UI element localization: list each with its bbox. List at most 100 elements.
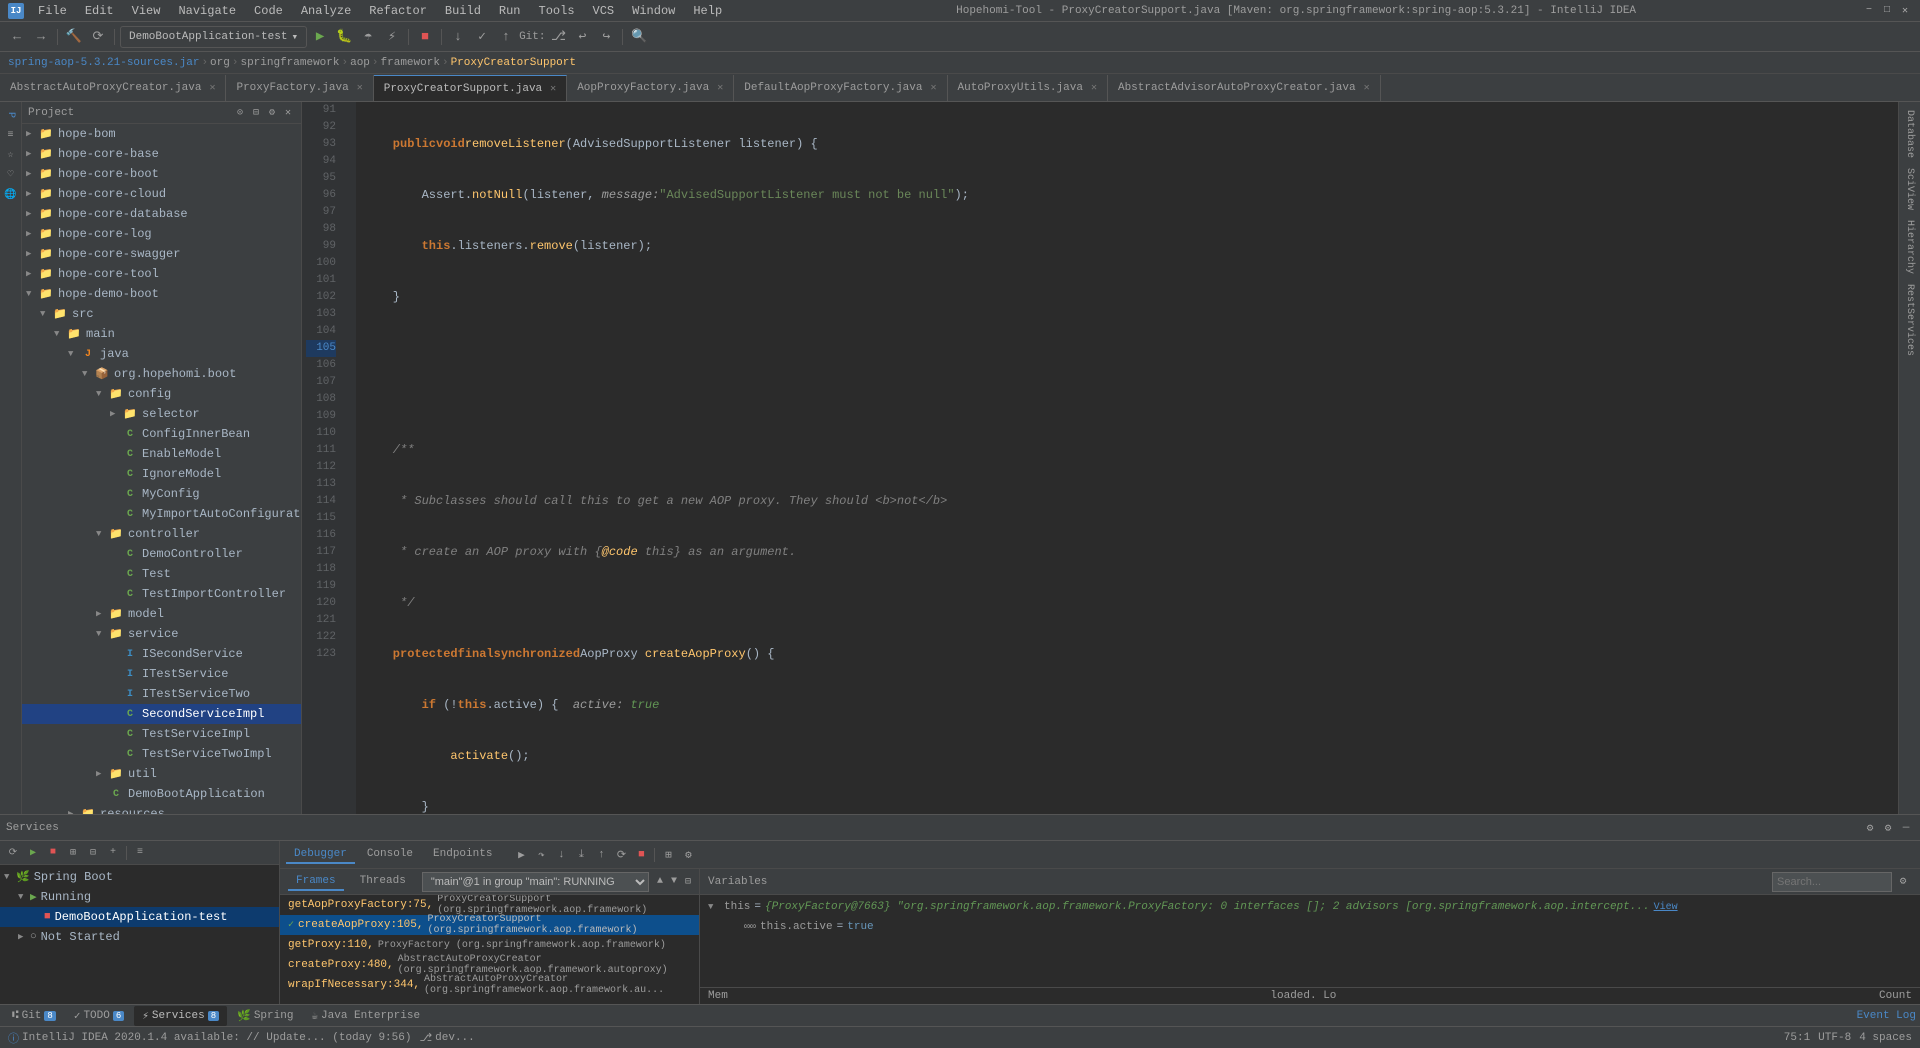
rebuild-button[interactable]: ⟳ — [87, 26, 109, 48]
tree-item-hope-core-base[interactable]: ▶ 📁 hope-core-base — [22, 144, 301, 164]
breadcrumb-org[interactable]: org — [210, 57, 230, 69]
debug-stop[interactable]: ■ — [632, 846, 650, 864]
thread-nav-down[interactable]: ▼ — [671, 876, 677, 887]
tree-item-testserviceimpl[interactable]: ▶ C TestServiceImpl — [22, 724, 301, 744]
debug-step-over[interactable]: ↷ — [532, 846, 550, 864]
close-button[interactable]: ✕ — [1898, 4, 1912, 18]
variables-settings-button[interactable]: ⚙ — [1894, 872, 1912, 890]
tab-close[interactable]: ✕ — [1091, 82, 1097, 94]
debugger-tab-console[interactable]: Console — [359, 846, 421, 864]
tree-item-service[interactable]: ▼ 📁 service — [22, 624, 301, 644]
tree-item-myimportauto[interactable]: ▶ C MyImportAutoConfiguration — [22, 504, 301, 524]
status-indent[interactable]: 4 spaces — [1859, 1032, 1912, 1044]
tree-item-src[interactable]: ▼ 📁 src — [22, 304, 301, 324]
tree-item-testservicetwoimpl[interactable]: ▶ C TestServiceTwoImpl — [22, 744, 301, 764]
threads-tab[interactable]: Threads — [352, 873, 414, 891]
service-springboot[interactable]: ▼ 🌿 Spring Boot — [0, 867, 279, 887]
breadcrumb-class[interactable]: ProxyCreatorSupport — [451, 57, 576, 69]
frame-item[interactable]: wrapIfNecessary:344, AbstractAutoProxyCr… — [280, 975, 699, 995]
tree-item-secondserviceimpl[interactable]: ▶ C SecondServiceImpl — [22, 704, 301, 724]
tab-autoproxyutils[interactable]: AutoProxyUtils.java ✕ — [948, 75, 1108, 101]
tree-item-config[interactable]: ▼ 📁 config — [22, 384, 301, 404]
git-push[interactable]: ↑ — [495, 26, 517, 48]
database-panel-button[interactable]: Database — [1902, 106, 1917, 162]
menu-window[interactable]: Window — [624, 2, 683, 20]
debug-table-view[interactable]: ⊞ — [659, 846, 677, 864]
thread-filter[interactable]: ⊟ — [685, 876, 691, 888]
thread-nav-up[interactable]: ▲ — [657, 876, 663, 887]
services-filter-button[interactable]: ⊟ — [84, 844, 102, 862]
tree-item-ignoremodel[interactable]: ▶ C IgnoreModel — [22, 464, 301, 484]
git-commit[interactable]: ✓ — [471, 26, 493, 48]
tab-close[interactable]: ✕ — [930, 82, 936, 94]
footer-tab-todo[interactable]: ✓ TODO 6 — [66, 1006, 132, 1026]
services-gear-button[interactable]: ⚙ — [1880, 820, 1896, 836]
menu-tools[interactable]: Tools — [531, 2, 583, 20]
menu-navigate[interactable]: Navigate — [170, 2, 244, 20]
variables-search-input[interactable] — [1772, 872, 1892, 892]
code-area[interactable]: 91 92 93 94 95 96 97 98 99 100 101 102 1… — [302, 102, 1898, 814]
tree-item-myconfig[interactable]: ▶ C MyConfig — [22, 484, 301, 504]
debug-resume-button[interactable]: ▶ — [512, 846, 530, 864]
tree-item-java[interactable]: ▼ J java — [22, 344, 301, 364]
menu-file[interactable]: File — [30, 2, 75, 20]
event-log-button[interactable]: Event Log — [1857, 1010, 1916, 1022]
menu-vcs[interactable]: VCS — [585, 2, 623, 20]
frame-item[interactable]: getAopProxyFactory:75, ProxyCreatorSuppo… — [280, 895, 699, 915]
minimize-button[interactable]: − — [1862, 4, 1876, 18]
tree-item-hope-core-database[interactable]: ▶ 📁 hope-core-database — [22, 204, 301, 224]
redo-button[interactable]: ↪ — [595, 26, 617, 48]
build-button[interactable]: 🔨 — [63, 26, 85, 48]
tree-item-hope-demo-boot[interactable]: ▼ 📁 hope-demo-boot — [22, 284, 301, 304]
restore-button[interactable]: □ — [1880, 4, 1894, 18]
web-icon[interactable]: 🌐 — [2, 186, 20, 204]
tab-abstractadvisor[interactable]: AbstractAdvisorAutoProxyCreator.java ✕ — [1108, 75, 1381, 101]
settings-button[interactable]: ⚙ — [265, 106, 279, 120]
tree-item-hope-bom[interactable]: ▶ 📁 hope-bom — [22, 124, 301, 144]
tree-item-demobootapp[interactable]: ▶ C DemoBootApplication — [22, 784, 301, 804]
services-settings-button[interactable]: ⚙ — [1862, 820, 1878, 836]
debug-step-into[interactable]: ↓ — [552, 846, 570, 864]
status-update[interactable]: ⓘ IntelliJ IDEA 2020.1.4 available: // U… — [8, 1030, 411, 1046]
status-git[interactable]: ⎇ dev... — [419, 1031, 474, 1045]
tab-close[interactable]: ✕ — [717, 82, 723, 94]
services-run-button[interactable]: ▶ — [24, 844, 42, 862]
tree-item-testimportcontroller[interactable]: ▶ C TestImportController — [22, 584, 301, 604]
sciview-panel-button[interactable]: SciView — [1902, 164, 1917, 214]
debug-button[interactable]: 🐛 — [333, 26, 355, 48]
project-icon[interactable]: P — [2, 106, 20, 124]
footer-tab-git[interactable]: ⑆ Git 8 — [4, 1006, 64, 1026]
tab-close[interactable]: ✕ — [209, 82, 215, 94]
tree-item-hope-core-swagger[interactable]: ▶ 📁 hope-core-swagger — [22, 244, 301, 264]
coverage-button[interactable]: ☂ — [357, 26, 379, 48]
tree-item-org-hopehomi[interactable]: ▼ 📦 org.hopehomi.boot — [22, 364, 301, 384]
menu-edit[interactable]: Edit — [77, 2, 122, 20]
service-demobootapp[interactable]: ▶ ■ DemoBootApplication-test — [0, 907, 279, 927]
services-group-button[interactable]: ⊞ — [64, 844, 82, 862]
tab-close[interactable]: ✕ — [357, 82, 363, 94]
profile-button[interactable]: ⚡ — [381, 26, 403, 48]
service-running[interactable]: ▼ ▶ Running — [0, 887, 279, 907]
status-position[interactable]: 75:1 — [1784, 1032, 1810, 1044]
bookmarks-icon[interactable]: ☆ — [2, 146, 20, 164]
menu-view[interactable]: View — [124, 2, 169, 20]
hierarchy-panel-button[interactable]: Hierarchy — [1902, 216, 1917, 278]
tab-proxycreator-support[interactable]: ProxyCreatorSupport.java ✕ — [374, 75, 567, 101]
tree-item-configinnerbean[interactable]: ▶ C ConfigInnerBean — [22, 424, 301, 444]
run-config-select[interactable]: DemoBootApplication-test ▾ — [120, 26, 307, 48]
tree-item-democontroller[interactable]: ▶ C DemoController — [22, 544, 301, 564]
git-update[interactable]: ↓ — [447, 26, 469, 48]
tab-close[interactable]: ✕ — [550, 83, 556, 95]
debug-restart[interactable]: ⟳ — [612, 846, 630, 864]
footer-tab-java-enterprise[interactable]: ☕ Java Enterprise — [303, 1006, 428, 1026]
tree-item-itestservicetwo[interactable]: ▶ I ITestServiceTwo — [22, 684, 301, 704]
tab-defaultaopproxy[interactable]: DefaultAopProxyFactory.java ✕ — [734, 75, 947, 101]
menu-analyze[interactable]: Analyze — [293, 2, 359, 20]
git-branch[interactable]: ⎇ — [547, 26, 569, 48]
tree-item-hope-core-tool[interactable]: ▶ 📁 hope-core-tool — [22, 264, 301, 284]
services-stop-button[interactable]: ■ — [44, 844, 62, 862]
service-not-started[interactable]: ▶ ○ Not Started — [0, 927, 279, 947]
structure-icon[interactable]: ≡ — [2, 126, 20, 144]
tree-item-isecondservice[interactable]: ▶ I ISecondService — [22, 644, 301, 664]
status-encoding[interactable]: UTF-8 — [1818, 1032, 1851, 1044]
